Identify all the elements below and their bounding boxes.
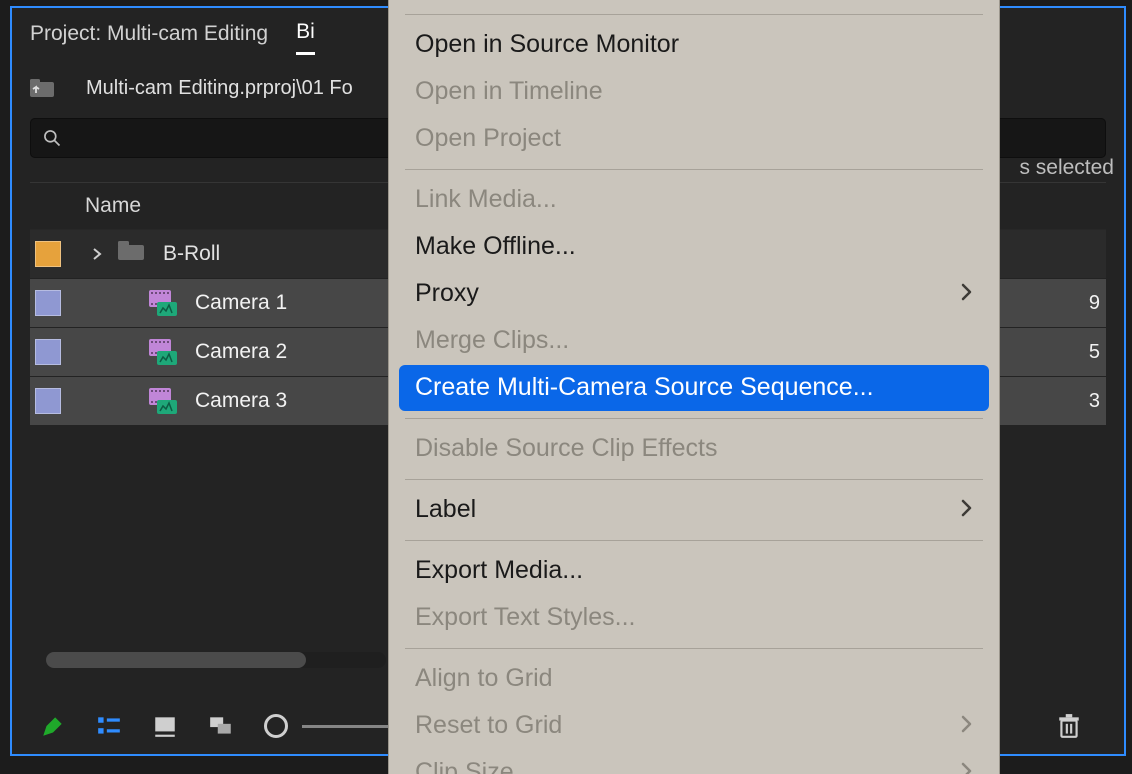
menu-item-label: Open in Source Monitor [415,30,973,59]
video-audio-clip-icon [149,290,177,316]
chevron-right-icon [961,281,973,307]
freeform-view-icon[interactable] [208,713,234,739]
row-trailing-value: 5 [1076,341,1106,364]
menu-item-open-in-source-monitor[interactable]: Open in Source Monitor [399,22,989,68]
row-trailing-value: 9 [1076,292,1106,315]
bin-icon [118,241,144,267]
label-swatch[interactable] [35,241,61,267]
menu-item-label: Reset to Grid [415,711,961,740]
write-icon[interactable] [40,713,66,739]
label-swatch[interactable] [35,290,61,316]
menu-item-proxy[interactable]: Proxy [399,271,989,317]
scrollbar-thumb[interactable] [46,652,306,668]
menu-item-merge-clips: Merge Clips... [399,318,989,364]
list-view-icon[interactable] [96,713,122,739]
menu-item-label: Make Offline... [415,232,973,261]
chevron-right-icon [961,497,973,523]
menu-item-label[interactable]: Label [399,487,989,533]
menu-item-link-media: Link Media... [399,177,989,223]
menu-item-disable-source-clip-effects: Disable Source Clip Effects [399,426,989,472]
breadcrumb-path: Multi-cam Editing.prproj\01 Fo [86,77,353,100]
menu-item-reset-to-grid: Reset to Grid [399,703,989,749]
menu-item-clip-size: Clip Size [399,750,989,774]
row-trailing-value: 3 [1076,390,1106,413]
menu-item-label: Merge Clips... [415,326,973,355]
menu-item-label: Open Project [415,124,973,153]
disclosure-arrow-icon[interactable] [83,247,111,261]
items-selected-label: s selected [1019,156,1114,180]
chevron-right-icon [961,713,973,739]
menu-item-label: Label [415,495,961,524]
menu-item-label: Export Text Styles... [415,603,973,632]
video-audio-clip-icon [149,388,177,414]
menu-item-align-to-grid: Align to Grid [399,656,989,702]
menu-item-label: Export Media... [415,556,973,585]
menu-item-label: Disable Source Clip Effects [415,434,973,463]
icon-view-icon[interactable] [152,713,178,739]
menu-item-label: Clip Size [415,758,961,774]
search-icon [42,128,62,148]
menu-item-export-media[interactable]: Export Media... [399,548,989,594]
video-audio-clip-icon [149,339,177,365]
context-menu: Open in Source Monitor Open in Timeline Op… [388,0,1000,774]
menu-item-open-in-timeline: Open in Timeline [399,69,989,115]
label-swatch[interactable] [35,388,61,414]
menu-item-label: Proxy [415,279,961,308]
menu-item-label: Align to Grid [415,664,973,693]
tab-bin[interactable]: Bi [296,20,315,55]
label-swatch[interactable] [35,339,61,365]
menu-item-create-multi-camera-source-sequence[interactable]: Create Multi-Camera Source Sequence... [399,365,989,411]
menu-item-label: Create Multi-Camera Source Sequence... [415,373,973,402]
menu-item-open-project: Open Project [399,116,989,162]
zoom-slider-handle[interactable] [264,714,288,738]
menu-item-export-text-styles: Export Text Styles... [399,595,989,641]
chevron-right-icon [961,760,973,774]
menu-item-make-offline[interactable]: Make Offline... [399,224,989,270]
menu-item-label: Open in Timeline [415,77,973,106]
parent-bin-icon[interactable] [30,79,54,99]
menu-item-label: Link Media... [415,185,973,214]
tab-project[interactable]: Project: Multi-cam Editing [30,22,268,46]
trash-icon[interactable] [1056,713,1082,739]
